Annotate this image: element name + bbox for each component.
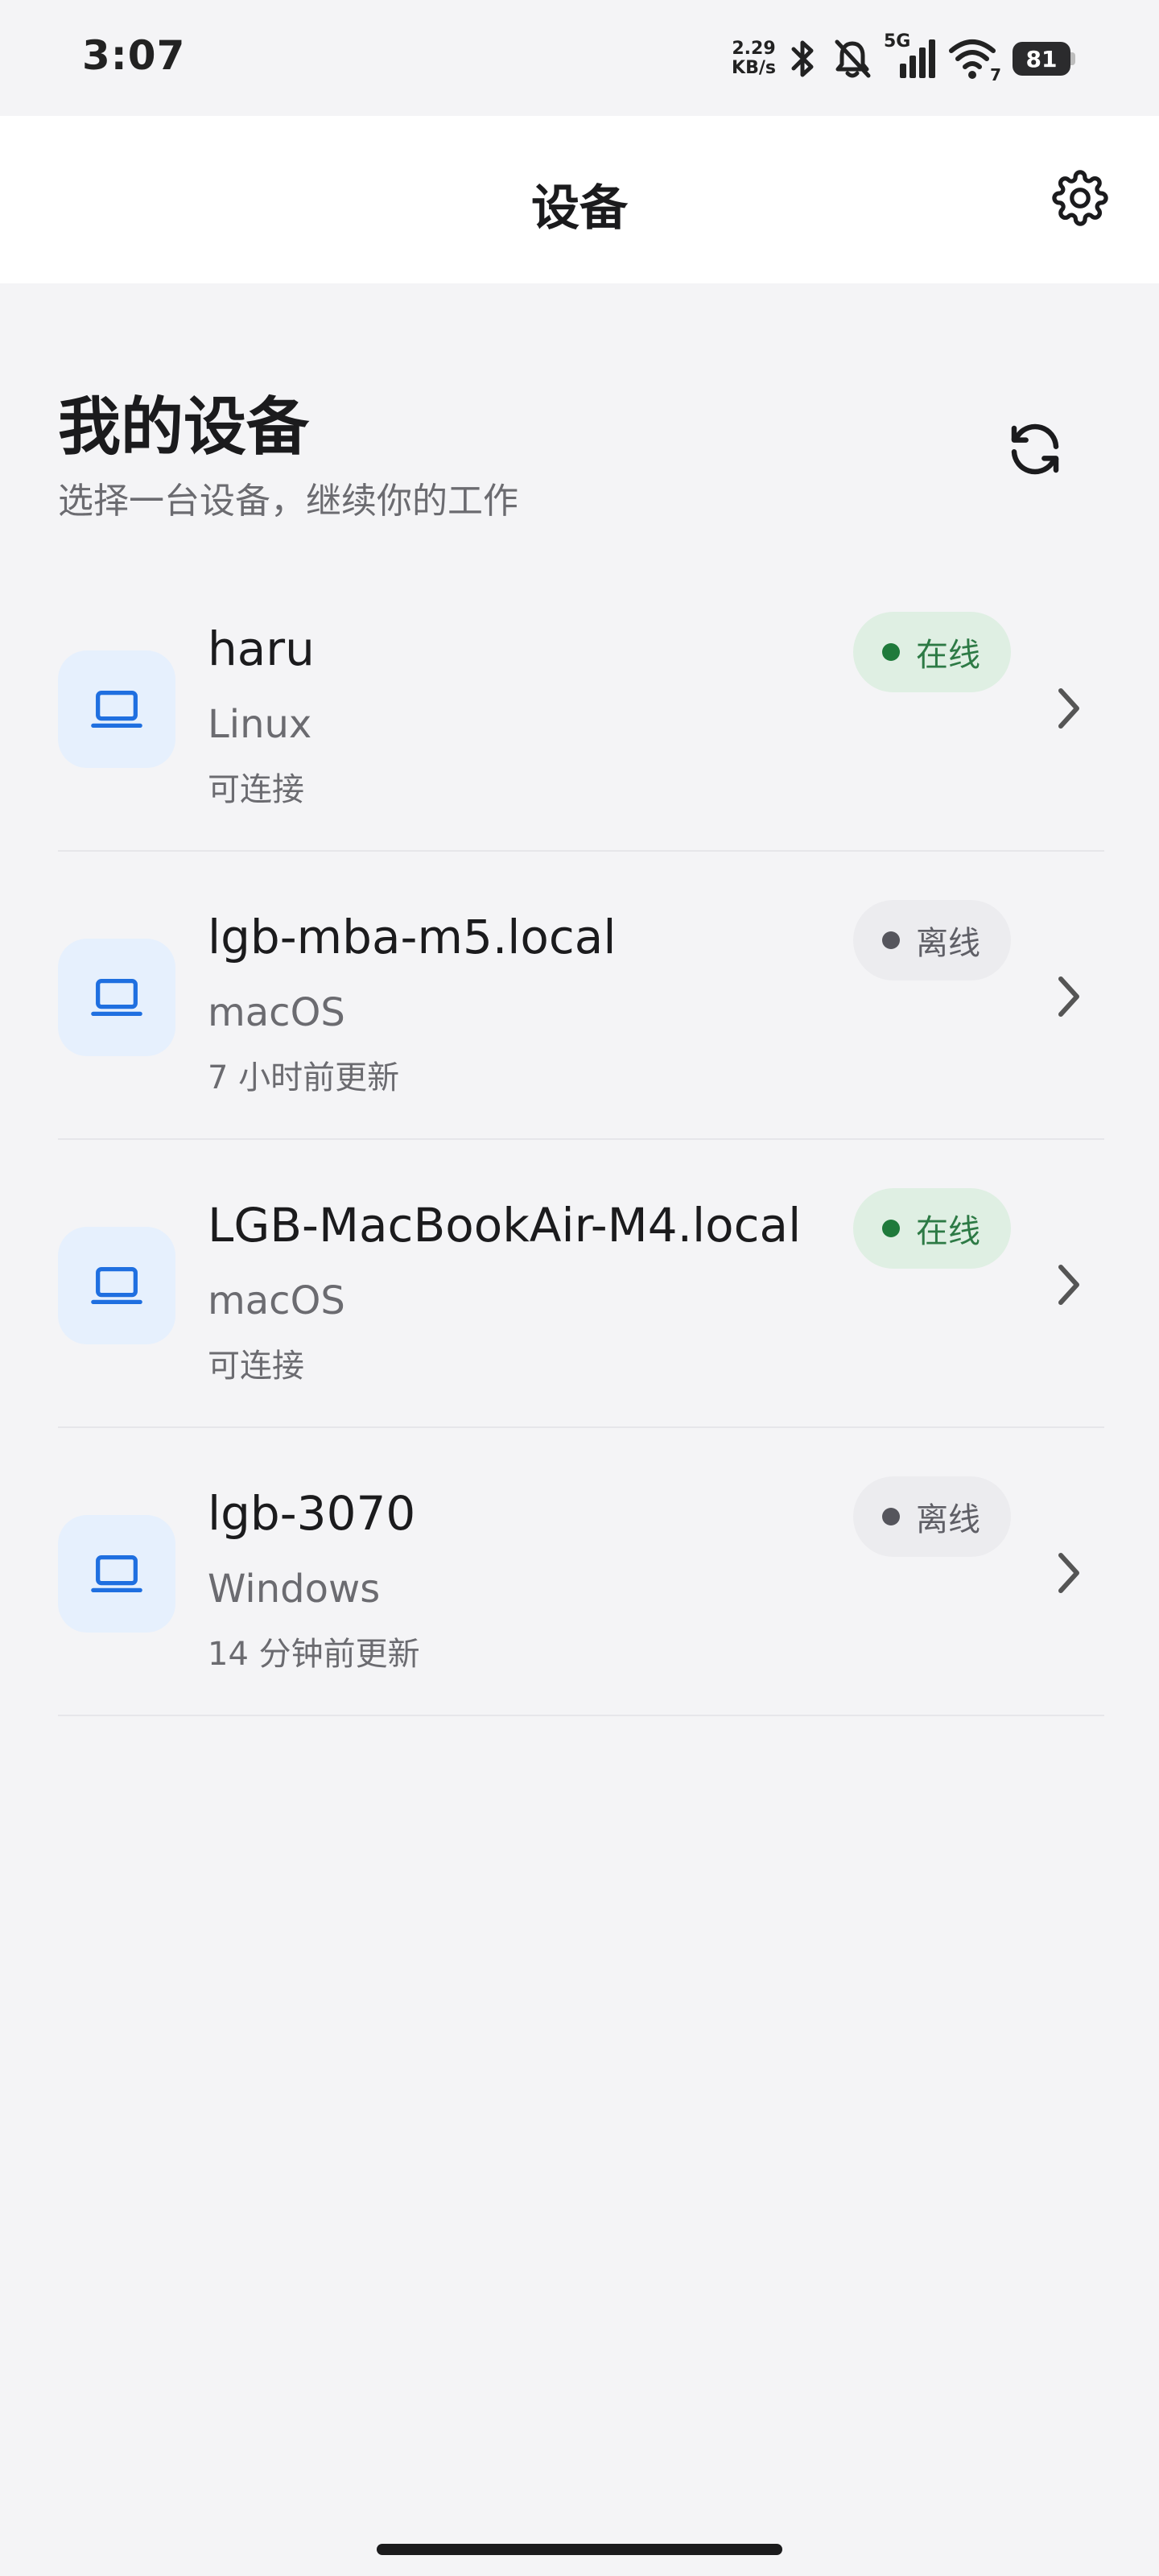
chevron-right-icon bbox=[1045, 968, 1093, 1026]
section-title: 我的设备 bbox=[58, 391, 310, 464]
device-row-0[interactable]: haru Linux 可连接 在线 bbox=[58, 564, 1104, 852]
mute-bell-icon bbox=[831, 37, 874, 80]
section-subtitle: 选择一台设备，继续你的工作 bbox=[58, 481, 518, 522]
battery-level: 81 bbox=[1013, 42, 1070, 76]
device-name: lgb-3070 bbox=[208, 1486, 416, 1541]
settings-button[interactable] bbox=[1046, 166, 1114, 233]
device-list: haru Linux 可连接 在线 lgb-mba-m5.local macOS… bbox=[58, 564, 1104, 1716]
device-row-2[interactable]: LGB-MacBookAir-M4.local macOS 可连接 在线 bbox=[58, 1140, 1104, 1428]
chevron-right-icon bbox=[1045, 679, 1093, 737]
device-name: LGB-MacBookAir-M4.local bbox=[208, 1198, 802, 1253]
bluetooth-icon bbox=[787, 38, 819, 80]
wifi-badge: 7 bbox=[990, 65, 1001, 85]
status-badge: 在线 bbox=[853, 1188, 1011, 1269]
device-row-1[interactable]: lgb-mba-m5.local macOS 7 小时前更新 离线 bbox=[58, 852, 1104, 1140]
laptop-icon bbox=[58, 1515, 175, 1633]
battery-icon: 81 bbox=[1013, 42, 1079, 76]
device-detail: 可连接 bbox=[208, 1348, 304, 1385]
refresh-icon bbox=[1004, 418, 1066, 484]
status-bar: 3:07 2.29 KB/s 5G 7 81 bbox=[0, 0, 1159, 116]
net-speed-value: 2.29 bbox=[732, 39, 776, 59]
net-speed: 2.29 KB/s bbox=[732, 39, 776, 78]
page-title: 设备 bbox=[531, 180, 628, 237]
status-dot bbox=[882, 1508, 900, 1525]
laptop-icon bbox=[58, 939, 175, 1056]
signal-icon: 5G bbox=[884, 31, 937, 81]
gesture-bar[interactable] bbox=[377, 2544, 782, 2555]
status-time: 3:07 bbox=[82, 32, 186, 79]
status-label: 在线 bbox=[916, 1213, 980, 1250]
laptop-icon bbox=[58, 650, 175, 768]
status-badge: 离线 bbox=[853, 900, 1011, 980]
gear-icon bbox=[1052, 170, 1108, 229]
status-dot bbox=[882, 931, 900, 949]
status-label: 在线 bbox=[916, 637, 980, 674]
status-dot bbox=[882, 643, 900, 661]
device-detail: 14 分钟前更新 bbox=[208, 1636, 420, 1673]
status-label: 离线 bbox=[916, 925, 980, 962]
status-badge: 在线 bbox=[853, 612, 1011, 692]
chevron-right-icon bbox=[1045, 1544, 1093, 1602]
device-name: haru bbox=[208, 621, 315, 676]
net-speed-unit: KB/s bbox=[732, 58, 776, 78]
status-dot bbox=[882, 1220, 900, 1237]
wifi-icon: 7 bbox=[948, 36, 1001, 85]
device-row-3[interactable]: lgb-3070 Windows 14 分钟前更新 离线 bbox=[58, 1428, 1104, 1716]
status-label: 离线 bbox=[916, 1501, 980, 1538]
chevron-right-icon bbox=[1045, 1256, 1093, 1314]
device-os: Linux bbox=[208, 702, 312, 747]
device-os: Windows bbox=[208, 1567, 381, 1612]
status-badge: 离线 bbox=[853, 1476, 1011, 1557]
device-detail: 可连接 bbox=[208, 771, 304, 808]
device-name: lgb-mba-m5.local bbox=[208, 910, 617, 964]
battery-tip bbox=[1070, 52, 1075, 65]
laptop-icon bbox=[58, 1227, 175, 1344]
status-icons: 2.29 KB/s 5G 7 81 bbox=[732, 31, 1079, 87]
device-detail: 7 小时前更新 bbox=[208, 1059, 400, 1096]
device-os: macOS bbox=[208, 990, 345, 1035]
device-os: macOS bbox=[208, 1278, 345, 1323]
refresh-button[interactable] bbox=[996, 412, 1074, 489]
app-bar: 设备 bbox=[0, 116, 1159, 283]
